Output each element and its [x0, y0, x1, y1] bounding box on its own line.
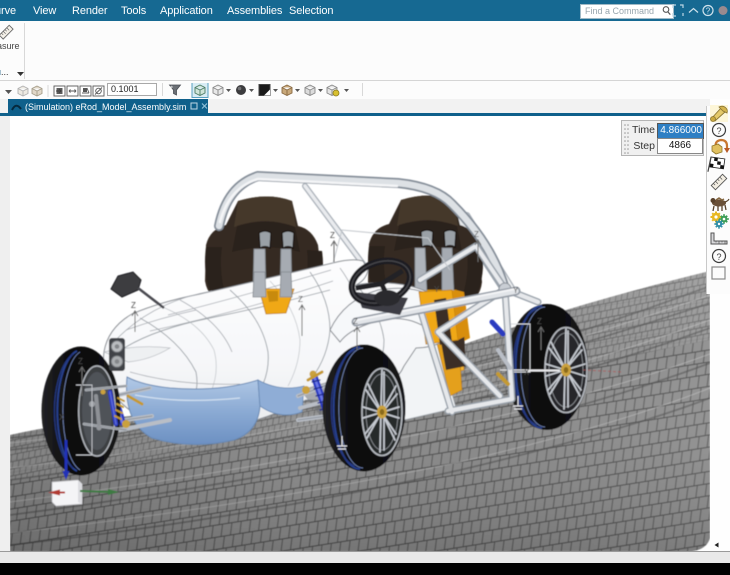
svg-text:?: ?	[716, 126, 721, 136]
svg-text:Z: Z	[537, 317, 542, 326]
svg-text:Z: Z	[298, 295, 303, 304]
svg-text:?: ?	[716, 252, 721, 262]
svg-text:Z: Z	[131, 301, 136, 310]
svg-text:X: X	[59, 413, 65, 422]
svg-text:Z: Z	[474, 230, 479, 239]
svg-text:X: X	[524, 368, 530, 377]
svg-text:Z: Z	[330, 231, 335, 240]
svg-text:Y: Y	[434, 285, 440, 294]
svg-text:Z: Z	[78, 357, 83, 366]
svg-text:?: ?	[706, 7, 711, 16]
svg-text:Z: Z	[353, 317, 358, 326]
svg-text:X: X	[305, 467, 311, 476]
svg-text:Y: Y	[513, 286, 519, 295]
